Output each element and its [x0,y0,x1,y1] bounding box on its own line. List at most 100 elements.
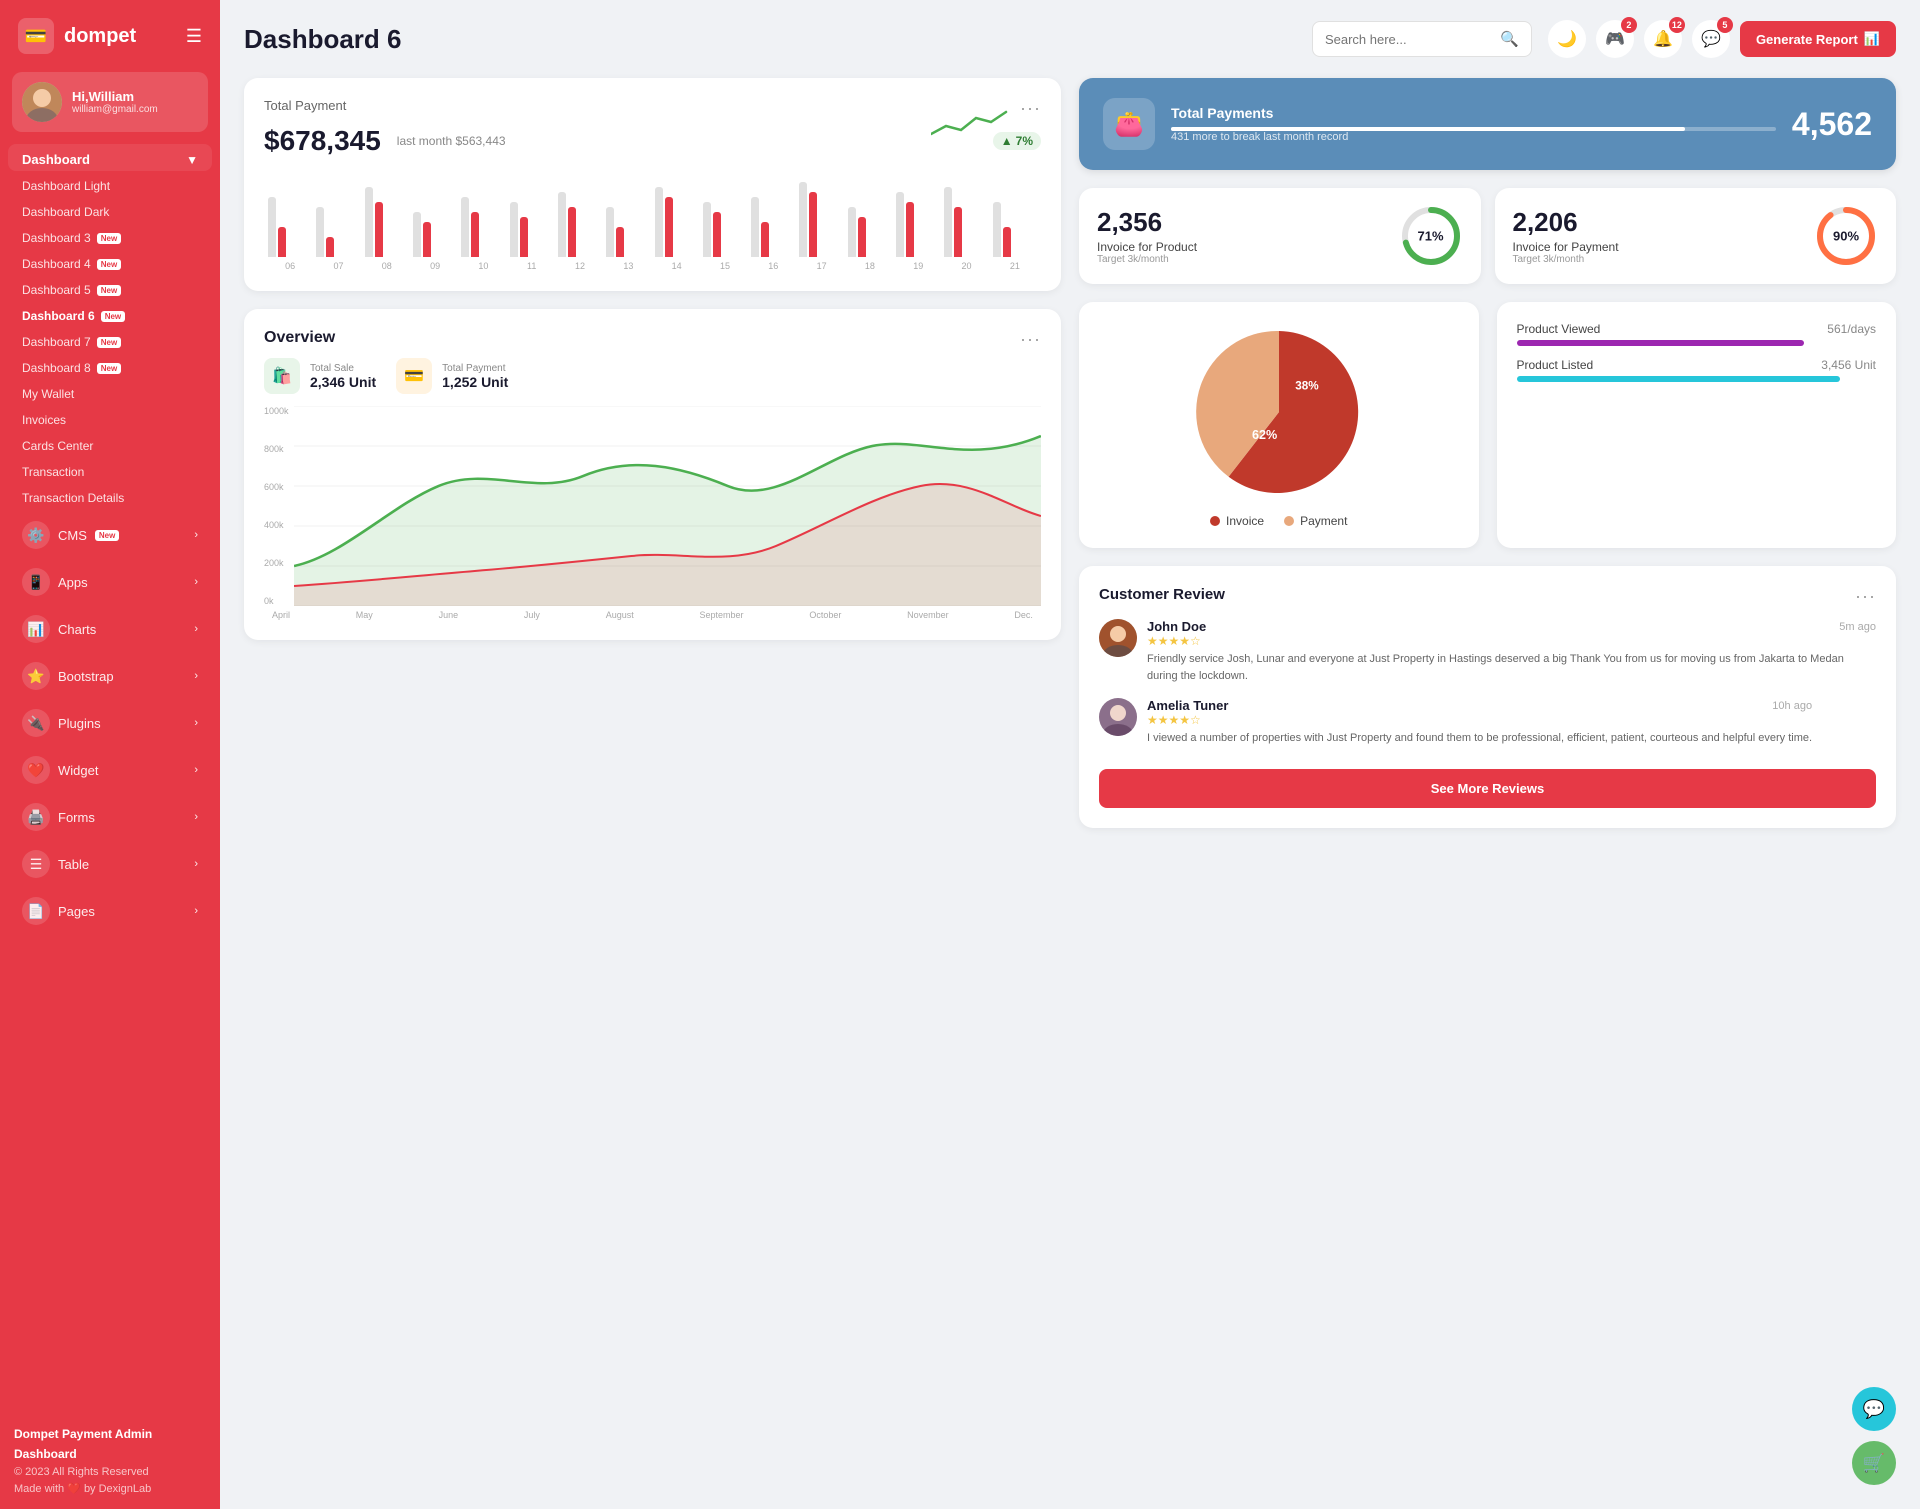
chevron-right-icon: › [194,858,198,870]
pie-legend-payment: Payment [1284,514,1347,528]
invoice-product-donut: 71% [1399,204,1463,268]
sidebar-nav-apps[interactable]: 📱 Apps › [8,559,212,605]
bar-label: 08 [365,261,409,271]
bar-group-1 [316,207,360,257]
new-badge: New [97,337,121,348]
nav-icon: ☰ [22,850,50,878]
chevron-right-icon: › [194,529,198,541]
sidebar-item-transaction-details[interactable]: Transaction Details [0,485,220,511]
sidebar-item-dashboard-6[interactable]: Dashboard 6New [0,303,220,329]
invoice-payment-value: 2,206 [1513,207,1619,238]
bar-red-6 [568,207,576,257]
invoice-product-label: Invoice for Product [1097,240,1197,254]
bar-gray-6 [558,192,566,257]
bar-gray-8 [655,187,663,257]
chevron-right-icon: › [194,905,198,917]
overview-menu-icon[interactable]: ··· [1020,329,1041,350]
review-content-1: Amelia Tuner 10h ago ★★★★☆ I viewed a nu… [1147,698,1812,747]
overview-stats: 🛍️ Total Sale 2,346 Unit 💳 Total Payment… [264,358,1041,394]
bar-label: 10 [461,261,505,271]
sidebar-item-dashboard-7[interactable]: Dashboard 7New [0,329,220,355]
review-title: Customer Review [1099,586,1225,603]
review-time-0: 5m ago [1839,621,1876,633]
card-menu-icon[interactable]: ··· [1020,98,1041,119]
overview-title: Overview [264,329,335,347]
blue-total-payments-card: 👛 Total Payments 431 more to break last … [1079,78,1896,170]
sidebar-item-dashboard-dark[interactable]: Dashboard Dark [0,199,220,225]
chevron-right-icon: › [194,717,198,729]
generate-report-button[interactable]: Generate Report 📊 [1740,21,1896,57]
page-title: Dashboard 6 [244,24,1296,55]
notification-button[interactable]: 🔔 12 [1644,20,1682,58]
bar-group-13 [896,192,940,257]
sidebar-item-dashboard-8[interactable]: Dashboard 8New [0,355,220,381]
moon-button[interactable]: 🌙 [1548,20,1586,58]
sidebar-item-dashboard-3[interactable]: Dashboard 3New [0,225,220,251]
sidebar-nav-table[interactable]: ☰ Table › [8,841,212,887]
sidebar-item-dashboard-5[interactable]: Dashboard 5New [0,277,220,303]
bar-red-3 [423,222,431,257]
sidebar-nav-forms[interactable]: 🖨️ Forms › [8,794,212,840]
bar-gray-1 [316,207,324,257]
sidebar-item-dashboard-light[interactable]: Dashboard Light [0,173,220,199]
gamepad-badge: 2 [1621,17,1637,33]
chevron-right-icon: › [194,576,198,588]
cart-fab[interactable]: 🛒 [1852,1441,1896,1485]
total-sale-stat: 🛍️ Total Sale 2,346 Unit [264,358,376,394]
sidebar-nav-bootstrap[interactable]: ⭐ Bootstrap › [8,653,212,699]
invoice-payment-donut: 90% [1814,204,1878,268]
header-actions: 🌙 🎮 2 🔔 12 💬 5 Generate Report 📊 [1548,20,1896,58]
hamburger-icon[interactable]: ☰ [186,26,202,47]
bar-group-11 [799,182,843,257]
review-item-0: John Doe 5m ago ★★★★☆ Friendly service J… [1099,619,1876,684]
total-payment-title: Total Payment [264,98,346,113]
nav-label: Table [58,857,89,872]
blue-card-sub: 431 more to break last month record [1171,131,1776,143]
sidebar-nav-plugins[interactable]: 🔌 Plugins › [8,700,212,746]
bar-chart [264,167,1041,257]
pie-payment-label: Payment [1300,514,1347,528]
review-text-0: Friendly service Josh, Lunar and everyon… [1147,651,1876,684]
bar-label: 13 [606,261,650,271]
nav-icon: ❤️ [22,756,50,784]
customer-review-card: Customer Review ··· John Doe 5m ago ★★★★… [1079,566,1896,828]
nav-icon: 🔌 [22,709,50,737]
bar-red-0 [278,227,286,257]
search-input[interactable] [1325,32,1492,47]
message-button[interactable]: 💬 5 [1692,20,1730,58]
sidebar-nav-charts[interactable]: 📊 Charts › [8,606,212,652]
bar-group-7 [606,207,650,257]
bar-label: 18 [848,261,892,271]
pie-legend-invoice: Invoice [1210,514,1264,528]
dashboard-section-label: Dashboard [22,152,90,167]
notification-badge: 12 [1669,17,1685,33]
product-listed-bar [1517,376,1841,382]
invoice-payment-sub: Target 3k/month [1513,254,1619,265]
bar-group-8 [655,187,699,257]
review-menu-icon[interactable]: ··· [1855,586,1876,607]
sidebar-item-cards-center[interactable]: Cards Center [0,433,220,459]
bar-label: 16 [751,261,795,271]
sidebar-item-dashboard-4[interactable]: Dashboard 4New [0,251,220,277]
gamepad-button[interactable]: 🎮 2 [1596,20,1634,58]
sidebar-item-my-wallet[interactable]: My Wallet [0,381,220,407]
support-fab[interactable]: 💬 [1852,1387,1896,1431]
new-badge: New [101,311,125,322]
sidebar-item-invoices[interactable]: Invoices [0,407,220,433]
bar-label: 21 [993,261,1037,271]
bar-label: 06 [268,261,312,271]
total-payment-card: Total Payment ··· $678,345 last month $5… [244,78,1061,291]
sidebar-nav-pages[interactable]: 📄 Pages › [8,888,212,934]
dashboard-section[interactable]: Dashboard ▼ [8,144,212,171]
total-payment-stat-icon: 💳 [396,358,432,394]
sidebar-nav-widget[interactable]: ❤️ Widget › [8,747,212,793]
sidebar-item-transaction[interactable]: Transaction [0,459,220,485]
footer-brand: Dompet Payment Admin Dashboard [14,1425,206,1463]
bar-gray-2 [365,187,373,257]
bar-red-1 [326,237,334,257]
sidebar-nav-cms[interactable]: ⚙️ CMS New › [8,512,212,558]
bar-label: 12 [558,261,602,271]
bar-red-4 [471,212,479,257]
message-badge: 5 [1717,17,1733,33]
see-more-reviews-button[interactable]: See More Reviews [1099,769,1876,808]
